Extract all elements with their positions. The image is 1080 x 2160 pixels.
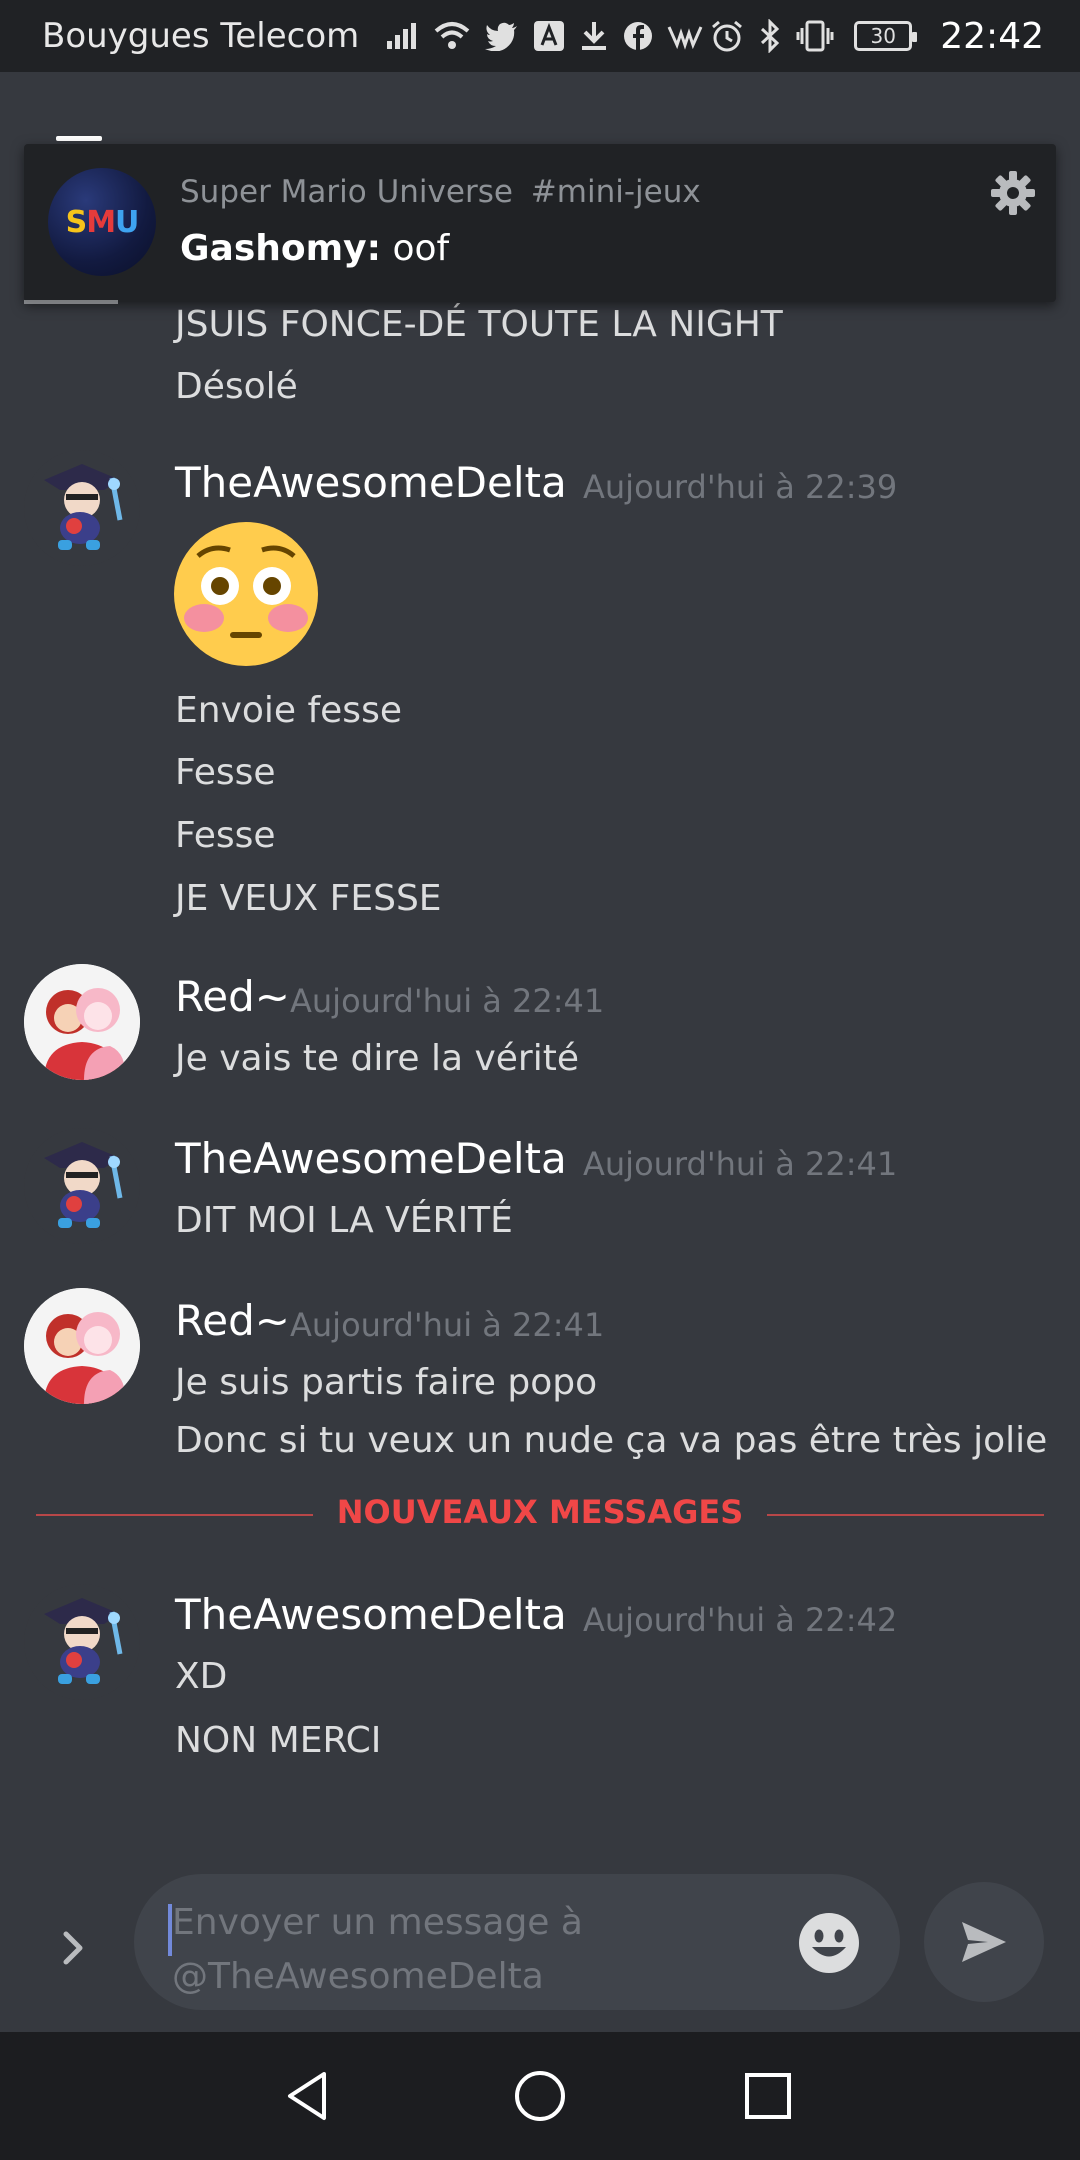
chevron-right-icon[interactable] [54, 1918, 94, 1978]
message-line: JSUIS FONCE-DÉ TOUTE LA NIGHT [175, 304, 783, 345]
message-line: Je suis partis faire popo [175, 1362, 598, 1403]
notification-title: Super Mario Universe #mini-jeux [180, 174, 701, 210]
message-timestamp: Aujourd'hui à 22:41 [583, 1145, 898, 1183]
delta-avatar-icon [24, 1584, 140, 1700]
android-navigation-bar [0, 2032, 1080, 2160]
message-line: XD [175, 1656, 228, 1697]
notification-author: Gashomy: [180, 228, 382, 269]
message-line: JE VEUX FESSE [175, 878, 442, 919]
send-arrow-icon [962, 1922, 1006, 1962]
new-messages-label-wrap: NOUVEAUX MESSAGES [0, 1493, 1080, 1531]
message-input[interactable]: Envoyer un message à @TheAwesomeDelta [134, 1874, 900, 2010]
send-button[interactable] [924, 1882, 1044, 2002]
discord-app: Bouygues Telecom 30 22:42 JSUIS FONCE-DÉ… [0, 0, 1080, 2160]
message-input-placeholder: Envoyer un message à @TheAwesomeDelta [172, 1902, 583, 1997]
flushed-face-emoji-icon [174, 522, 318, 666]
message-line: Fesse [175, 815, 276, 856]
back-triangle-icon[interactable] [278, 2066, 338, 2126]
message-line: Donc si tu veux un nude ça va pas être t… [175, 1420, 1048, 1461]
message-timestamp: Aujourd'hui à 22:39 [583, 468, 898, 506]
message-line: Envoie fesse [175, 690, 402, 731]
message-author[interactable]: TheAwesomeDelta [175, 458, 567, 507]
message-line: DIT MOI LA VÉRITÉ [175, 1200, 513, 1241]
smiley-emoji-icon[interactable] [798, 1912, 860, 1974]
message-timestamp: Aujourd'hui à 22:41 [290, 982, 605, 1020]
home-circle-icon[interactable] [510, 2066, 570, 2126]
avatar[interactable] [24, 450, 140, 566]
avatar[interactable] [24, 1128, 140, 1244]
message-line: NON MERCI [175, 1720, 382, 1761]
delta-avatar-icon [24, 1128, 140, 1244]
message-author[interactable]: TheAwesomeDelta [175, 1134, 567, 1183]
notification-channel: #mini-jeux [530, 174, 701, 210]
notification-message: Gashomy: oof [180, 228, 449, 269]
gear-icon[interactable] [988, 168, 1038, 218]
server-icon: SMU [48, 168, 156, 276]
avatar[interactable] [24, 1584, 140, 1700]
message-line: Je vais te dire la vérité [175, 1038, 579, 1079]
avatar[interactable] [24, 1288, 140, 1404]
new-messages-label: NOUVEAUX MESSAGES [312, 1493, 768, 1531]
avatar[interactable] [24, 964, 140, 1080]
push-notification[interactable]: SMU Super Mario Universe #mini-jeux Gash… [24, 144, 1056, 302]
red-avatar-icon [24, 1288, 140, 1404]
message-composer: Envoyer un message à @TheAwesomeDelta [0, 1868, 1080, 2032]
message-line: Désolé [175, 366, 298, 407]
delta-avatar-icon [24, 450, 140, 566]
recents-square-icon[interactable] [738, 2066, 798, 2126]
red-avatar-icon [24, 964, 140, 1080]
message-author[interactable]: Red~ [175, 972, 290, 1021]
notification-text: oof [392, 228, 450, 269]
message-author[interactable]: Red~ [175, 1296, 290, 1345]
message-timestamp: Aujourd'hui à 22:42 [583, 1601, 898, 1639]
message-author[interactable]: TheAwesomeDelta [175, 1590, 567, 1639]
notification-server-name: Super Mario Universe [180, 174, 513, 210]
notification-indicator [24, 300, 118, 304]
message-line: Fesse [175, 752, 276, 793]
message-timestamp: Aujourd'hui à 22:41 [290, 1306, 605, 1344]
